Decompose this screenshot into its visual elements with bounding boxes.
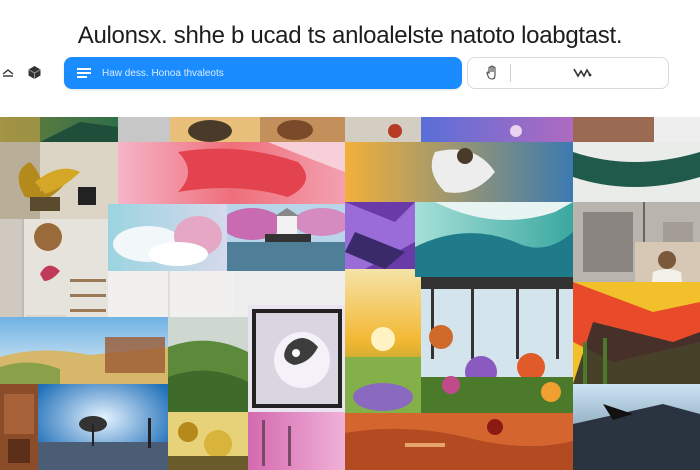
tile-pink-clouds[interactable] <box>108 204 227 271</box>
left-toolbar <box>0 64 42 80</box>
tile-sea-landscape[interactable] <box>0 317 168 384</box>
tile-abstract-purple[interactable] <box>345 202 415 269</box>
tile-brown-wall[interactable] <box>573 117 654 142</box>
tile-blue-purple[interactable] <box>421 117 573 142</box>
tile-gray-panel[interactable] <box>118 117 170 142</box>
tile-red-lamp[interactable] <box>345 117 421 142</box>
tile-golden-flowers[interactable] <box>168 412 248 470</box>
tile-leaves-top[interactable] <box>0 117 118 142</box>
image-gallery <box>0 117 700 470</box>
page-headline: Aulonsx. shhe b ucad ts anloalelste nato… <box>77 22 623 49</box>
tile-green-hill[interactable] <box>168 317 248 412</box>
tile-pink-sticks[interactable] <box>248 412 346 470</box>
tile-garden-greenhouse[interactable] <box>421 277 573 413</box>
tile-white-wall[interactable] <box>108 271 234 317</box>
tile-plant-still-life[interactable] <box>0 142 118 219</box>
tile-purple-mound[interactable] <box>345 357 421 413</box>
search-placeholder: Haw dess. Honoa thvaleots <box>102 67 224 79</box>
tile-yellow-figure[interactable] <box>345 142 573 202</box>
tile-red-floor[interactable] <box>345 413 573 470</box>
cube-icon[interactable] <box>26 64 42 80</box>
tile-sky-satellite[interactable] <box>38 384 168 470</box>
tile-lake-pagoda[interactable] <box>227 204 345 271</box>
filter-box[interactable] <box>467 57 669 89</box>
hand-icon[interactable] <box>480 65 504 81</box>
divider <box>510 64 511 82</box>
search-bar[interactable]: Haw dess. Honoa thvaleots <box>64 57 462 89</box>
tile-mirror-flowers[interactable] <box>248 305 346 412</box>
tile-brick-tower[interactable] <box>0 384 38 470</box>
tile-dark-plane[interactable] <box>573 384 700 470</box>
tile-teal-landscape[interactable] <box>415 202 573 277</box>
menu-icon[interactable] <box>70 67 98 79</box>
tile-pink-ribbon[interactable] <box>118 142 345 204</box>
share-icon[interactable] <box>0 64 16 80</box>
tile-interior-shelf[interactable] <box>0 219 108 331</box>
tile-sculpture-orange[interactable] <box>170 117 345 142</box>
logo-icon <box>573 67 593 79</box>
tile-teal-ribbon[interactable] <box>573 142 700 202</box>
tile-yellow-abstract[interactable] <box>573 282 700 384</box>
